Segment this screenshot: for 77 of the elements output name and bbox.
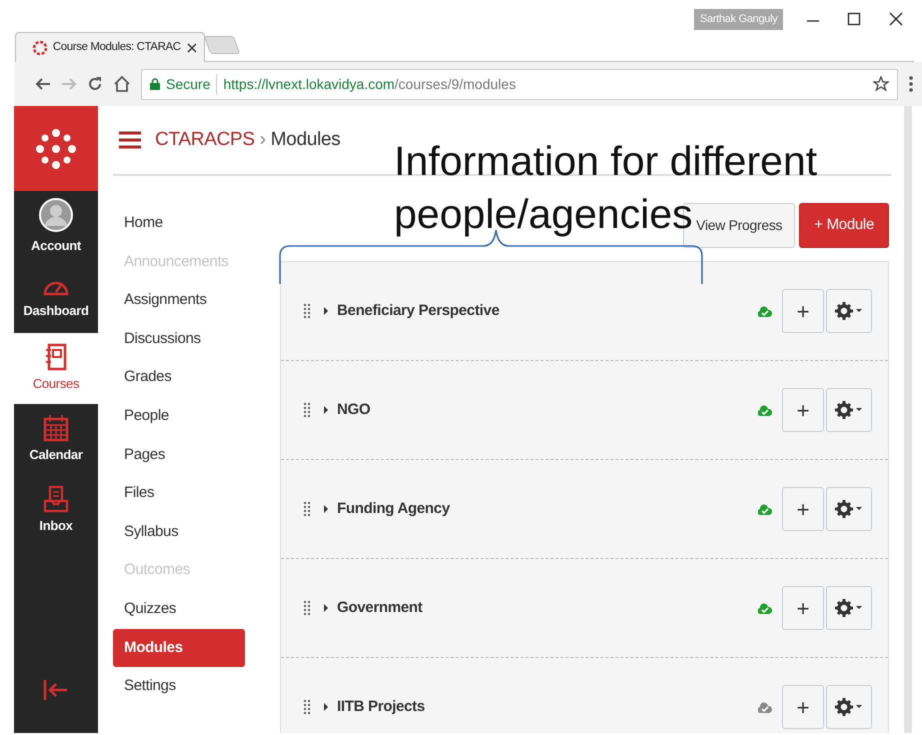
drag-handle-icon[interactable] bbox=[303, 501, 311, 517]
maximize-icon[interactable] bbox=[847, 12, 861, 26]
settings-button[interactable] bbox=[826, 685, 872, 729]
course-nav-link[interactable]: Settings bbox=[113, 667, 245, 706]
course-nav-link[interactable]: Pages bbox=[113, 436, 245, 474]
course-nav-link[interactable]: Modules bbox=[113, 628, 245, 668]
lock-icon bbox=[150, 78, 160, 90]
caret-icon[interactable] bbox=[323, 702, 329, 712]
calendar-icon bbox=[43, 414, 69, 442]
course-nav-link[interactable]: People bbox=[113, 396, 245, 436]
back-icon[interactable] bbox=[35, 76, 51, 92]
tab-title: Course Modules: CTARAC bbox=[52, 40, 181, 55]
collapse-icon[interactable] bbox=[43, 679, 69, 701]
module-title[interactable]: NGO bbox=[337, 398, 370, 422]
course-nav-link[interactable]: Assignments bbox=[113, 281, 245, 320]
module-title[interactable]: IITB Projects bbox=[337, 696, 425, 718]
add-module-button[interactable]: + Module bbox=[799, 203, 889, 248]
inbox-icon bbox=[43, 485, 69, 514]
global-nav-item[interactable]: Dashboard bbox=[14, 262, 98, 333]
settings-button[interactable] bbox=[826, 586, 872, 630]
course-nav-link[interactable]: Quizzes bbox=[113, 590, 245, 629]
published-icon[interactable] bbox=[758, 502, 772, 516]
gear-icon bbox=[835, 599, 863, 617]
unpublished-icon[interactable] bbox=[758, 700, 772, 714]
caret-icon[interactable] bbox=[323, 405, 329, 415]
annotation-text: Information for different bbox=[394, 137, 818, 186]
breadcrumb: CTARACPS › Modules bbox=[155, 128, 340, 152]
settings-button[interactable] bbox=[826, 487, 872, 531]
notebook-icon bbox=[44, 343, 68, 372]
module-title[interactable]: Government bbox=[337, 596, 422, 620]
menu-icon[interactable] bbox=[119, 131, 141, 149]
course-nav-link[interactable]: Grades bbox=[113, 358, 245, 397]
close-icon[interactable] bbox=[889, 12, 903, 26]
caret-icon[interactable] bbox=[323, 504, 329, 514]
module-title[interactable]: Beneficiary Perspective bbox=[337, 300, 500, 322]
drag-handle-icon[interactable] bbox=[303, 402, 311, 418]
caret-icon[interactable] bbox=[323, 306, 329, 316]
add-item-button[interactable]: + bbox=[782, 487, 824, 531]
caret-icon[interactable] bbox=[323, 603, 329, 613]
canvas-logo-icon bbox=[32, 40, 47, 56]
global-nav-item[interactable]: Account bbox=[14, 191, 98, 262]
home-icon[interactable] bbox=[113, 75, 131, 93]
drag-handle-icon[interactable] bbox=[303, 303, 311, 319]
browser-tab[interactable]: Course Modules: CTARAC bbox=[15, 32, 205, 62]
published-icon[interactable] bbox=[758, 404, 772, 416]
global-nav-item[interactable]: Calendar bbox=[14, 404, 98, 475]
gear-icon bbox=[835, 698, 863, 716]
published-icon[interactable] bbox=[758, 602, 772, 614]
settings-button[interactable] bbox=[826, 289, 872, 333]
gear-icon bbox=[835, 302, 863, 320]
menu-icon[interactable] bbox=[908, 75, 914, 93]
drag-handle-icon[interactable] bbox=[303, 600, 311, 616]
secure-label: Secure bbox=[166, 74, 218, 94]
url-text: https://lvnext.lokavidya.com/courses/9/modules bbox=[223, 74, 516, 94]
course-nav-link[interactable]: Syllabus bbox=[113, 512, 245, 552]
address-bar[interactable]: Secure https://lvnext.lokavidya.com/courses/9/modules bbox=[141, 68, 898, 100]
course-nav-link[interactable]: Discussions bbox=[113, 320, 245, 358]
module-title[interactable]: Funding Agency bbox=[337, 498, 450, 520]
add-item-button[interactable]: + bbox=[782, 586, 824, 630]
add-item-button[interactable]: + bbox=[782, 289, 824, 333]
add-item-button[interactable]: + bbox=[782, 685, 824, 729]
user-badge: Sarthak Ganguly bbox=[694, 9, 784, 30]
course-nav-link[interactable]: Home bbox=[113, 204, 245, 243]
course-nav-link[interactable]: Files bbox=[113, 474, 245, 513]
star-icon[interactable] bbox=[873, 76, 889, 92]
gear-icon bbox=[835, 500, 863, 518]
avatar-icon bbox=[38, 197, 74, 234]
reload-icon[interactable] bbox=[87, 76, 103, 92]
gear-icon bbox=[835, 401, 863, 419]
global-nav-item[interactable]: Inbox bbox=[14, 475, 98, 546]
global-nav-item[interactable]: Courses bbox=[14, 333, 98, 404]
add-item-button[interactable]: + bbox=[782, 388, 824, 432]
close-icon[interactable] bbox=[186, 42, 196, 52]
published-icon[interactable] bbox=[758, 304, 772, 318]
canvas-logo-icon[interactable] bbox=[34, 126, 78, 170]
drag-handle-icon[interactable] bbox=[303, 699, 311, 715]
settings-button[interactable] bbox=[826, 388, 872, 432]
